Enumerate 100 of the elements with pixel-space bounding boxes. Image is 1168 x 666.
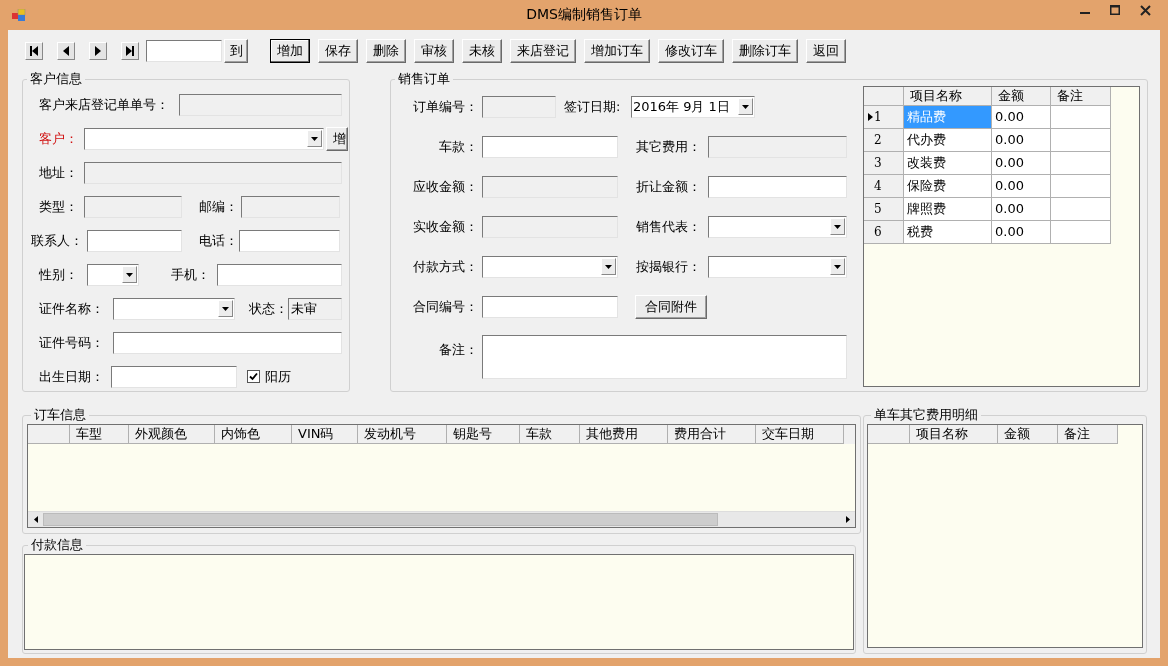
text-field[interactable] xyxy=(482,215,618,238)
field-label: 按揭银行： xyxy=(636,257,702,276)
toolbar-button[interactable]: 保存 xyxy=(318,39,358,63)
column-header[interactable]: 内饰色 xyxy=(215,425,292,444)
text-field[interactable] xyxy=(113,331,342,354)
last-record-button[interactable] xyxy=(121,42,139,60)
horizontal-scrollbar[interactable] xyxy=(28,511,855,527)
text-field[interactable] xyxy=(482,295,618,318)
row-header[interactable]: 2 xyxy=(864,129,904,152)
dropdown-field[interactable] xyxy=(482,255,618,278)
text-field[interactable] xyxy=(87,229,182,252)
table-cell[interactable]: 0.00 xyxy=(992,221,1051,244)
form-button[interactable]: 增 xyxy=(326,126,348,151)
text-field[interactable] xyxy=(708,135,847,158)
row-header[interactable]: 1 xyxy=(864,106,904,129)
table-cell[interactable]: 0.00 xyxy=(992,198,1051,221)
table-cell[interactable]: 代办费 xyxy=(904,129,992,152)
text-field[interactable] xyxy=(482,135,618,158)
text-field[interactable]: 未审 xyxy=(288,297,342,320)
scroll-left-icon[interactable] xyxy=(33,516,38,523)
column-header[interactable]: 车型 xyxy=(70,425,129,444)
text-field[interactable] xyxy=(482,175,618,198)
text-field[interactable] xyxy=(84,195,182,218)
column-header[interactable]: 备注 xyxy=(1058,425,1118,444)
field-label: 性别： xyxy=(39,265,79,284)
field-label: 销售代表： xyxy=(636,217,702,236)
dropdown-field[interactable] xyxy=(113,297,235,320)
table-cell[interactable]: 保险费 xyxy=(904,175,992,198)
column-header[interactable]: 车款 xyxy=(520,425,580,444)
column-header[interactable]: 金额 xyxy=(998,425,1058,444)
table-cell[interactable]: 0.00 xyxy=(992,129,1051,152)
column-header[interactable]: 项目名称 xyxy=(910,425,998,444)
table-cell[interactable] xyxy=(1051,152,1111,175)
toolbar-button[interactable]: 增加 xyxy=(270,39,310,63)
column-header[interactable]: 项目名称 xyxy=(904,87,992,106)
column-header[interactable]: 发动机号 xyxy=(358,425,447,444)
text-field[interactable] xyxy=(239,229,340,252)
scroll-right-icon[interactable] xyxy=(845,516,850,523)
toolbar-button[interactable]: 来店登记 xyxy=(510,39,576,63)
date-picker[interactable]: 2016年 9月 1日 xyxy=(631,95,755,118)
column-header[interactable]: 金额 xyxy=(992,87,1051,106)
column-header[interactable]: 费用合计 xyxy=(668,425,756,444)
notes-field[interactable] xyxy=(482,335,847,379)
text-field[interactable] xyxy=(241,195,340,218)
text-field[interactable] xyxy=(179,93,342,116)
toolbar-button[interactable]: 返回 xyxy=(806,39,846,63)
column-header[interactable]: 备注 xyxy=(1051,87,1111,106)
toolbar-button[interactable]: 审核 xyxy=(414,39,454,63)
table-cell[interactable] xyxy=(1051,221,1111,244)
toolbar-button[interactable]: 未核 xyxy=(462,39,502,63)
record-number-field[interactable] xyxy=(146,40,222,62)
text-field[interactable] xyxy=(217,263,342,286)
table-cell[interactable]: 0.00 xyxy=(992,106,1051,129)
table-cell[interactable] xyxy=(1051,129,1111,152)
toolbar-button[interactable]: 增加订车 xyxy=(584,39,650,63)
table-cell[interactable]: 0.00 xyxy=(992,152,1051,175)
dropdown-field[interactable] xyxy=(708,255,847,278)
column-header[interactable]: 交车日期 xyxy=(756,425,844,444)
next-record-button[interactable] xyxy=(89,42,107,60)
table-cell[interactable] xyxy=(1051,106,1111,129)
row-header[interactable]: 3 xyxy=(864,152,904,175)
corner-header xyxy=(864,87,904,106)
checkbox[interactable] xyxy=(247,370,260,383)
skip-end-icon xyxy=(125,46,135,56)
table-cell[interactable] xyxy=(1051,198,1111,221)
field-label: 证件号码： xyxy=(39,333,105,352)
table-cell[interactable]: 改装费 xyxy=(904,152,992,175)
text-field[interactable] xyxy=(84,161,342,184)
table-cell[interactable]: 牌照费 xyxy=(904,198,992,221)
table-cell[interactable]: 税费 xyxy=(904,221,992,244)
dropdown-field[interactable] xyxy=(708,215,847,238)
field-label: 电话： xyxy=(199,231,239,250)
text-field[interactable] xyxy=(708,175,847,198)
toolbar-button[interactable]: 删除订车 xyxy=(732,39,798,63)
field-label: 手机： xyxy=(171,265,211,284)
row-header[interactable]: 6 xyxy=(864,221,904,244)
column-header[interactable]: 外观颜色 xyxy=(129,425,215,444)
field-label: 实收金额： xyxy=(412,217,479,236)
text-field[interactable] xyxy=(482,95,556,118)
toolbar-button[interactable]: 修改订车 xyxy=(658,39,724,63)
table-cell[interactable] xyxy=(1051,175,1111,198)
field-label: 证件名称： xyxy=(39,299,105,318)
toolbar-button[interactable]: 删除 xyxy=(366,39,406,63)
field-label: 付款方式： xyxy=(412,257,479,276)
field-label: 应收金额： xyxy=(412,177,479,196)
row-header[interactable]: 4 xyxy=(864,175,904,198)
first-record-button[interactable] xyxy=(25,42,43,60)
field-label: 邮编： xyxy=(199,197,239,216)
row-header[interactable]: 5 xyxy=(864,198,904,221)
go-button[interactable]: 到 xyxy=(224,39,248,63)
text-field[interactable] xyxy=(111,365,237,388)
form-button[interactable]: 合同附件 xyxy=(635,294,707,319)
column-header[interactable]: 其他费用 xyxy=(580,425,668,444)
previous-record-button[interactable] xyxy=(57,42,75,60)
column-header[interactable]: 钥匙号 xyxy=(447,425,520,444)
column-header[interactable]: VIN码 xyxy=(292,425,358,444)
dropdown-field[interactable] xyxy=(84,127,324,150)
table-cell[interactable]: 0.00 xyxy=(992,175,1051,198)
close-icon xyxy=(1139,4,1151,16)
dropdown-field[interactable] xyxy=(87,263,139,286)
